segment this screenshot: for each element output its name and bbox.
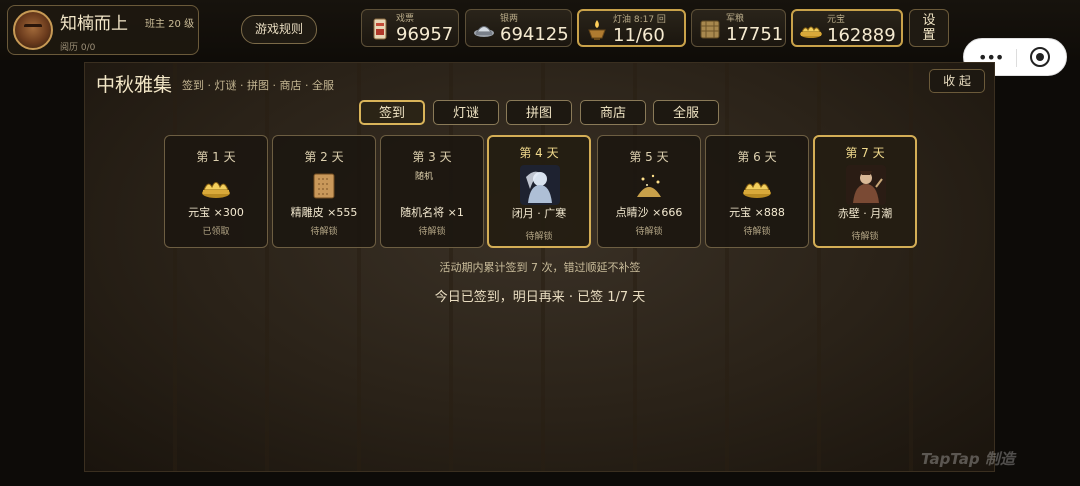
resource-value: 11/60 (613, 25, 665, 46)
player-name: 知楠而上 (60, 14, 128, 34)
resource-label: 元宝 (827, 15, 846, 25)
player-avatar[interactable] (13, 10, 53, 50)
event-subtitle: 签到 · 灯谜 · 拼图 · 商店 · 全服 (182, 79, 334, 92)
red-cliff-portrait-icon (846, 165, 886, 205)
tab-checkin[interactable]: 签到 (359, 100, 425, 125)
capsule-divider (1016, 49, 1017, 67)
day-label: 第 6 天 (737, 150, 777, 164)
golden-sand-icon (637, 174, 661, 197)
day-card-5[interactable]: 第 5 天 点睛沙 ×666 待解锁 (597, 135, 701, 248)
resource-label: 银两 (500, 14, 519, 24)
day-reward: 赤壁 · 月潮 (837, 207, 893, 220)
random-tag: 随机 (415, 172, 434, 182)
checkin-status: 今日已签到，明日再来 · 已签 1/7 天 (434, 290, 646, 305)
day-card-6[interactable]: 第 6 天 元宝 ×888 待解锁 (705, 135, 809, 248)
day-label: 第 7 天 (845, 146, 885, 160)
settings-label: 设置 (922, 13, 936, 43)
day-card-3[interactable]: 第 3 天 随机 随机名将 ×1 待解锁 (380, 135, 484, 248)
lamp-oil-icon (588, 20, 606, 40)
day-label: 第 5 天 (629, 150, 669, 164)
player-info[interactable]: 知楠而上 班主 20 级 阅历 0/0 (7, 5, 199, 55)
ingot-icon (202, 182, 230, 198)
day-status: 待解锁 (743, 227, 771, 237)
silver-icon (474, 26, 494, 37)
day-card-2[interactable]: 第 2 天 精雕皮 ×555 待解锁 (272, 135, 376, 248)
event-title: 中秋雅集 (96, 74, 173, 96)
day-card-4[interactable]: 第 4 天 闭月 · 广寒 待解锁 (487, 135, 591, 248)
game-rules-button[interactable]: 游戏规则 (241, 15, 317, 44)
resource-ticket[interactable]: 戏票 96957 (361, 9, 459, 47)
carved-leather-icon (313, 173, 335, 199)
tab-puzzle[interactable]: 拼图 (506, 100, 572, 125)
tab-server[interactable]: 全服 (653, 100, 719, 125)
ingot-icon (800, 26, 822, 38)
day-reward: 精雕皮 ×555 (290, 206, 358, 219)
watermark: TapTap 制造 (921, 450, 1015, 468)
grain-icon (700, 20, 720, 39)
resource-label: 戏票 (396, 14, 415, 24)
day-card-1[interactable]: 第 1 天 元宝 ×300 已领取 (164, 135, 268, 248)
resource-value: 17751 (726, 24, 784, 45)
resource-value: 96957 (396, 24, 454, 45)
day-status: 已领取 (202, 227, 230, 237)
resource-value: 162889 (827, 25, 896, 46)
player-experience: 阅历 0/0 (60, 43, 96, 53)
resource-value: 694125 (500, 24, 569, 45)
day-label: 第 3 天 (412, 150, 452, 164)
day-status: 待解锁 (851, 232, 879, 242)
tab-riddles[interactable]: 灯谜 (433, 100, 499, 125)
collapse-button[interactable]: 收 起 (929, 69, 985, 93)
day-label: 第 1 天 (196, 150, 236, 164)
player-level: 班主 20 级 (145, 19, 195, 30)
moon-lady-portrait-icon (520, 165, 560, 205)
day-label: 第 4 天 (519, 146, 559, 160)
day-label: 第 2 天 (304, 150, 344, 164)
day-reward: 点睛沙 ×666 (615, 206, 683, 219)
resource-label: 军粮 (726, 14, 745, 24)
checkin-notice: 活动期内累计签到 7 次，错过顺延不补签 (439, 261, 641, 274)
day-reward: 元宝 ×300 (188, 206, 244, 219)
day-status: 待解锁 (418, 227, 446, 237)
day-status: 待解锁 (635, 227, 663, 237)
day-status: 待解锁 (310, 227, 338, 237)
settings-button[interactable]: 设置 (909, 9, 949, 47)
resource-lamp-oil[interactable]: 灯油 8:17 回 11/60 (577, 9, 686, 47)
day-reward: 随机名将 ×1 (400, 206, 464, 219)
ticket-icon (373, 18, 387, 40)
resource-label: 灯油 8:17 回 (613, 15, 666, 25)
day-status: 待解锁 (525, 232, 553, 242)
resource-silver[interactable]: 银两 694125 (465, 9, 572, 47)
ingot-icon (743, 182, 771, 198)
day-reward: 元宝 ×888 (729, 206, 785, 219)
day-reward: 闭月 · 广寒 (511, 207, 567, 220)
tab-shop[interactable]: 商店 (580, 100, 646, 125)
day-card-7[interactable]: 第 7 天 赤壁 · 月潮 待解锁 (813, 135, 917, 248)
resource-ingot[interactable]: 元宝 162889 (791, 9, 903, 47)
close-miniprogram-icon[interactable] (1030, 47, 1050, 67)
resource-grain[interactable]: 军粮 17751 (691, 9, 786, 47)
